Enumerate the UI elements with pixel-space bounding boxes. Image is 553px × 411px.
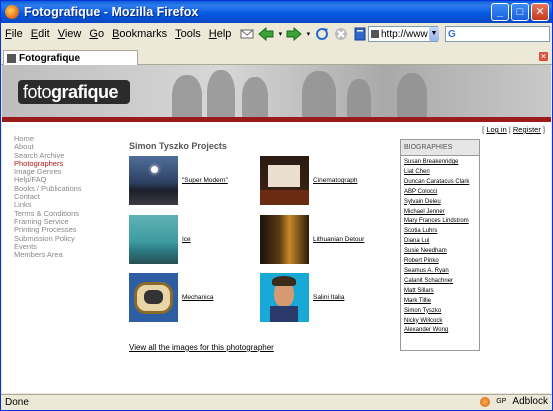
- maximize-button[interactable]: □: [511, 3, 529, 21]
- menu-help[interactable]: Help: [205, 28, 236, 40]
- biography-link[interactable]: Diana Lui: [404, 238, 479, 245]
- biography-link[interactable]: Sylvain Deleu: [404, 199, 479, 206]
- biography-link[interactable]: Nicky Willcock: [404, 318, 479, 325]
- project-item[interactable]: "Super Modern": [129, 156, 228, 205]
- tab-favicon-icon: [7, 53, 16, 63]
- project-link[interactable]: Ice: [182, 236, 191, 243]
- banner-divider: [2, 117, 551, 122]
- reload-icon[interactable]: [314, 26, 330, 42]
- search-input[interactable]: G: [445, 26, 550, 42]
- google-g-icon: G: [448, 29, 456, 40]
- project-link[interactable]: Lithuanian Detour: [313, 236, 364, 243]
- register-link[interactable]: Register: [513, 125, 541, 134]
- biography-link[interactable]: Susan Breakenridge: [404, 159, 479, 166]
- project-thumbnail[interactable]: [129, 273, 178, 322]
- project-item[interactable]: Ice: [129, 215, 191, 264]
- project-link[interactable]: Cinematograph: [313, 177, 357, 184]
- project-thumbnail[interactable]: [260, 273, 309, 322]
- window-title: Fotografique - Mozilla Firefox: [24, 5, 199, 19]
- biography-link[interactable]: Duncan Caratacus Clark: [404, 179, 479, 186]
- biography-link[interactable]: Robert Pinko: [404, 258, 479, 265]
- menu-tools[interactable]: Tools: [171, 28, 205, 40]
- menu-file[interactable]: File: [1, 28, 27, 40]
- address-dropdown-icon[interactable]: ▼: [429, 27, 439, 41]
- site-logo[interactable]: foto grafique: [18, 80, 130, 104]
- project-link[interactable]: Mechanica: [182, 294, 213, 301]
- project-item[interactable]: Mechanica: [129, 273, 213, 322]
- biography-link[interactable]: Matt Sillars: [404, 288, 479, 295]
- stop-icon[interactable]: [333, 26, 349, 42]
- menu-bookmarks[interactable]: Bookmarks: [108, 28, 171, 40]
- biography-link[interactable]: Mark Tillie: [404, 298, 479, 305]
- status-text: Done: [5, 397, 29, 408]
- menu-edit[interactable]: Edit: [27, 28, 54, 40]
- biography-link[interactable]: Michael Jenner: [404, 209, 479, 216]
- project-item[interactable]: Salini Italia: [260, 273, 344, 322]
- biographies-panel: BIOGRAPHIES Susan Breakenridge Liat Chen…: [400, 139, 480, 351]
- page-favicon-icon: [371, 30, 379, 38]
- forward-dropdown-icon[interactable]: ▾: [305, 26, 311, 42]
- project-link[interactable]: "Super Modern": [182, 177, 228, 184]
- project-item[interactable]: Cinematograph: [260, 156, 357, 205]
- browser-window: Fotografique - Mozilla Firefox _ □ ✕ Fil…: [0, 0, 553, 411]
- menu-toolbar-row: File Edit View Go Bookmarks Tools Help ▾…: [1, 23, 552, 45]
- adblock-button[interactable]: Adblock: [512, 396, 548, 407]
- tab-bar: Fotografique ✕: [1, 49, 552, 65]
- biography-link[interactable]: Alexander Wong: [404, 327, 479, 334]
- project-thumbnail[interactable]: [260, 215, 309, 264]
- biography-link[interactable]: Simon Tyszko: [404, 308, 479, 315]
- project-thumbnail[interactable]: [129, 156, 178, 205]
- biography-link[interactable]: Liat Chen: [404, 169, 479, 176]
- gp-icon[interactable]: [480, 396, 491, 407]
- view-all-images-link[interactable]: View all the images for this photographe…: [129, 343, 274, 352]
- menu-go[interactable]: Go: [85, 28, 108, 40]
- close-button[interactable]: ✕: [531, 3, 549, 21]
- biography-link[interactable]: Seamus A. Ryan: [404, 268, 479, 275]
- title-bar[interactable]: Fotografique - Mozilla Firefox _ □ ✕: [1, 1, 552, 23]
- project-thumbnail[interactable]: [129, 215, 178, 264]
- back-dropdown-icon[interactable]: ▾: [277, 26, 283, 42]
- site-banner: foto grafique: [2, 65, 551, 117]
- bookmark-page-icon[interactable]: [352, 26, 368, 42]
- nav-members-area[interactable]: Members Area: [14, 250, 82, 259]
- gp-label: GP: [496, 398, 507, 405]
- page-title: Simon Tyszko Projects: [129, 141, 227, 151]
- status-bar: Done GP Adblock: [1, 394, 552, 410]
- forward-icon[interactable]: [286, 26, 303, 42]
- firefox-icon: [5, 5, 19, 19]
- page-viewport[interactable]: foto grafique [ Log in | Register ] Home …: [2, 65, 551, 393]
- tab-fotografique[interactable]: Fotografique: [3, 50, 138, 65]
- login-register-bar: [ Log in | Register ]: [482, 125, 545, 134]
- project-link[interactable]: Salini Italia: [313, 294, 344, 301]
- minimize-button[interactable]: _: [491, 3, 509, 21]
- biographies-heading: BIOGRAPHIES: [401, 140, 479, 156]
- left-nav: Home About Search Archive Photographers …: [14, 134, 82, 259]
- back-icon[interactable]: [258, 26, 274, 42]
- tab-close-icon[interactable]: ✕: [539, 52, 548, 61]
- mail-icon[interactable]: [239, 26, 255, 42]
- biography-link[interactable]: Scotia Luhrs: [404, 228, 479, 235]
- login-link[interactable]: Log in: [486, 125, 506, 134]
- menu-view[interactable]: View: [54, 28, 86, 40]
- biography-link[interactable]: Susie Needham: [404, 248, 479, 255]
- biography-link[interactable]: Calanit Schachner: [404, 278, 479, 285]
- biography-link[interactable]: Mary Frances Lindstrom: [404, 218, 479, 225]
- project-item[interactable]: Lithuanian Detour: [260, 215, 364, 264]
- address-bar[interactable]: http://www: [368, 26, 438, 42]
- biography-link[interactable]: ABP Colocci: [404, 189, 479, 196]
- project-thumbnail[interactable]: [260, 156, 309, 205]
